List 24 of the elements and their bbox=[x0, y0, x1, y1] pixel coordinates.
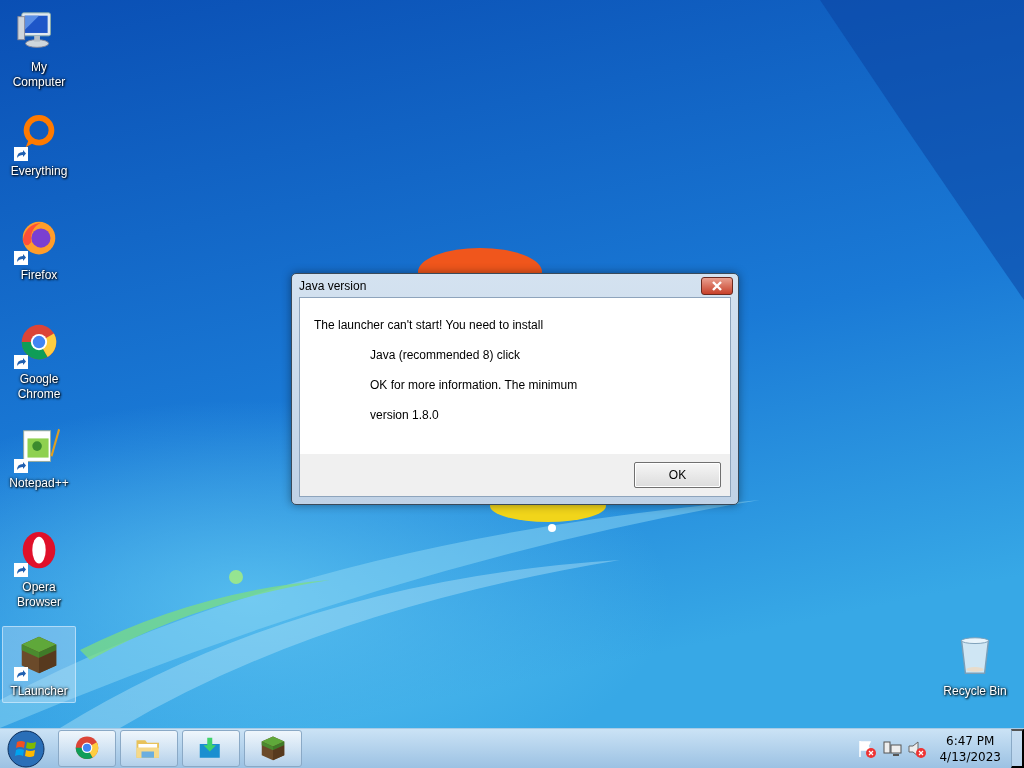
desktop-icon[interactable]: Opera Browser bbox=[2, 522, 76, 614]
start-button[interactable] bbox=[6, 728, 46, 768]
windows-logo-icon bbox=[7, 729, 45, 768]
message-text: OK for more information. The minimum bbox=[370, 378, 579, 392]
desktop-icon[interactable]: Google Chrome bbox=[2, 314, 76, 406]
show-desktop-button[interactable] bbox=[1011, 729, 1024, 768]
desktop-icon[interactable]: My Computer bbox=[2, 2, 76, 94]
desktop-icon[interactable]: Recycle Bin bbox=[938, 626, 1012, 703]
network-icon[interactable] bbox=[882, 738, 903, 759]
ok-button[interactable]: OK bbox=[634, 462, 721, 488]
message-text: Java (recommended 8) click bbox=[370, 348, 522, 362]
desktop-icon[interactable]: Everything bbox=[2, 106, 76, 183]
desktop-icon[interactable]: Notepad++ bbox=[2, 418, 76, 495]
close-icon bbox=[711, 280, 723, 291]
clock-time: 6:47 PM bbox=[946, 732, 995, 749]
close-button[interactable] bbox=[701, 276, 733, 295]
message-text: The launcher can't start! You need to install bbox=[314, 318, 545, 332]
taskbar-button[interactable] bbox=[244, 730, 302, 767]
window-title: Java version bbox=[299, 278, 367, 293]
desktop-icon[interactable]: Firefox bbox=[2, 210, 76, 287]
clock-date: 4/13/2023 bbox=[939, 748, 1001, 765]
speaker-icon[interactable] bbox=[907, 738, 928, 759]
flag-icon[interactable] bbox=[857, 738, 878, 759]
message-text: version 1.8.0 bbox=[370, 408, 440, 422]
